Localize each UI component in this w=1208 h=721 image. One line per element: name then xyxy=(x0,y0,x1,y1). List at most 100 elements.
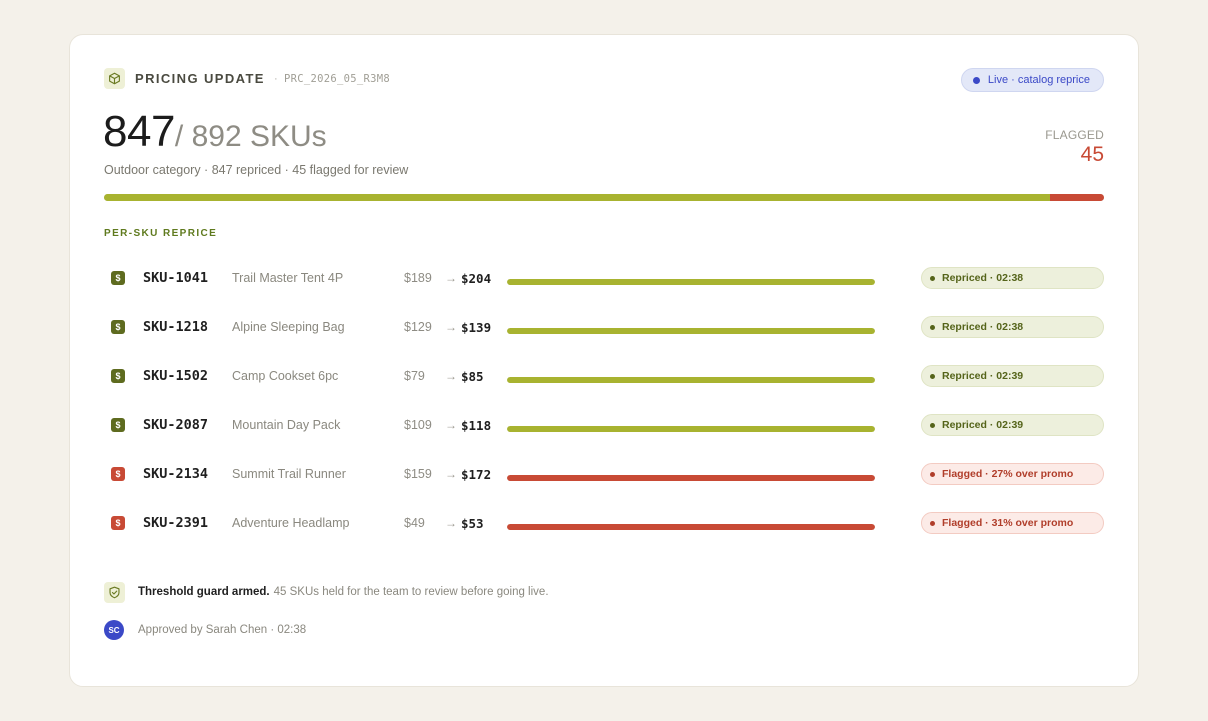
sku-row[interactable]: $ SKU-1502 Camp Cookset 6pc $79 → $85 Re… xyxy=(104,363,1104,412)
reprice-progress-bar xyxy=(507,377,875,383)
total-skus-label: / 892 SKUs xyxy=(174,120,327,153)
guard-text: 45 SKUs held for the team to review befo… xyxy=(273,586,549,598)
flagged-summary: FLAGGED 45 xyxy=(1045,128,1104,167)
reprice-progress-fill xyxy=(507,475,875,481)
product-name: Adventure Headlamp xyxy=(232,516,350,530)
product-name: Mountain Day Pack xyxy=(232,418,341,432)
status-label: Flagged · 27% over promo xyxy=(942,468,1074,480)
live-status-badge[interactable]: Live · catalog reprice xyxy=(960,68,1104,92)
overall-progress-bar xyxy=(104,194,1104,201)
guard-title: Threshold guard armed. xyxy=(138,586,270,598)
dollar-icon: $ xyxy=(111,369,125,383)
arrow-right-icon: → xyxy=(445,418,457,432)
progress-flagged-segment xyxy=(1050,194,1104,201)
status-badge: Flagged · 27% over promo xyxy=(921,463,1104,485)
status-dot-icon xyxy=(930,422,935,428)
new-price: $85 xyxy=(461,369,484,384)
sku-code: SKU-1502 xyxy=(143,368,209,384)
approval-line: SC Approved by Sarah Chen · 02:38 xyxy=(104,620,306,640)
reprice-progress-bar xyxy=(507,279,875,285)
run-code: PRC_2026_05_R3M8 xyxy=(284,73,390,85)
old-price: $79 xyxy=(404,369,425,383)
status-dot-icon xyxy=(930,520,935,526)
sku-row[interactable]: $ SKU-2134 Summit Trail Runner $159 → $1… xyxy=(104,461,1104,510)
arrow-right-icon: → xyxy=(445,467,457,481)
product-name: Camp Cookset 6pc xyxy=(232,369,339,383)
title-separator: · xyxy=(274,73,278,85)
product-name: Alpine Sleeping Bag xyxy=(232,320,345,334)
status-dot-icon xyxy=(930,471,935,477)
shield-check-icon xyxy=(104,581,125,603)
status-dot-icon xyxy=(930,275,935,281)
sku-code: SKU-1041 xyxy=(143,270,209,286)
section-title: PER-SKU REPRICE xyxy=(104,228,218,239)
new-price: $139 xyxy=(461,320,492,335)
arrow-right-icon: → xyxy=(445,271,457,285)
status-label: Repriced · 02:39 xyxy=(942,419,1024,431)
threshold-guard-notice: Threshold guard armed. 45 SKUs held for … xyxy=(104,581,549,603)
arrow-right-icon: → xyxy=(445,320,457,334)
dollar-icon: $ xyxy=(111,418,125,432)
reprice-progress-fill xyxy=(507,328,875,334)
reprice-progress-fill xyxy=(507,524,875,530)
new-price: $204 xyxy=(461,271,492,286)
status-dot-icon xyxy=(930,373,935,379)
sku-row[interactable]: $ SKU-1041 Trail Master Tent 4P $189 → $… xyxy=(104,265,1104,314)
live-dot-icon xyxy=(972,76,980,84)
old-price: $159 xyxy=(404,467,432,481)
reprice-progress-bar xyxy=(507,475,875,481)
old-price: $49 xyxy=(404,516,425,530)
reprice-progress-bar xyxy=(507,426,875,432)
reprice-progress-bar xyxy=(507,328,875,334)
reprice-progress-fill xyxy=(507,279,875,285)
status-badge: Repriced · 02:38 xyxy=(921,267,1104,289)
reprice-progress-bar xyxy=(507,524,875,530)
new-price: $53 xyxy=(461,516,484,531)
arrow-right-icon: → xyxy=(445,369,457,383)
status-badge: Flagged · 31% over promo xyxy=(921,512,1104,534)
sku-row[interactable]: $ SKU-2087 Mountain Day Pack $109 → $118… xyxy=(104,412,1104,461)
sku-code: SKU-1218 xyxy=(143,319,209,335)
summary-subtitle: Outdoor category · 847 repriced · 45 fla… xyxy=(104,163,409,177)
new-price: $172 xyxy=(461,467,492,482)
old-price: $189 xyxy=(404,271,432,285)
sku-code: SKU-2134 xyxy=(143,466,209,482)
new-price: $118 xyxy=(461,418,492,433)
sku-list: $ SKU-1041 Trail Master Tent 4P $189 → $… xyxy=(104,265,1104,559)
approved-text: Approved by Sarah Chen · 02:38 xyxy=(138,624,307,636)
live-status-label: Live · catalog reprice xyxy=(987,74,1090,86)
flagged-count: 45 xyxy=(1080,143,1104,166)
product-name: Trail Master Tent 4P xyxy=(232,271,344,285)
dollar-icon: $ xyxy=(111,271,125,285)
old-price: $129 xyxy=(404,320,432,334)
status-badge: Repriced · 02:39 xyxy=(921,365,1104,387)
repriced-count: 847 xyxy=(103,107,175,156)
card-header: PRICING UPDATE · PRC_2026_05_R3M8 Live ·… xyxy=(104,68,1104,92)
product-name: Summit Trail Runner xyxy=(232,467,346,481)
progress-repriced-segment xyxy=(104,194,1050,201)
cube-icon xyxy=(104,68,125,89)
repriced-count-display: 847/ 892 SKUs xyxy=(103,107,327,157)
sku-code: SKU-2087 xyxy=(143,417,209,433)
dollar-icon: $ xyxy=(111,516,125,530)
status-badge: Repriced · 02:38 xyxy=(921,316,1104,338)
status-label: Repriced · 02:38 xyxy=(942,321,1024,333)
status-label: Repriced · 02:39 xyxy=(942,370,1024,382)
dollar-icon: $ xyxy=(111,320,125,334)
reprice-progress-fill xyxy=(507,426,875,432)
arrow-right-icon: → xyxy=(445,516,457,530)
pricing-update-card: PRICING UPDATE · PRC_2026_05_R3M8 Live ·… xyxy=(69,34,1139,687)
status-badge: Repriced · 02:39 xyxy=(921,414,1104,436)
old-price: $109 xyxy=(404,418,432,432)
status-dot-icon xyxy=(930,324,935,330)
sku-code: SKU-2391 xyxy=(143,515,209,531)
page-title: PRICING UPDATE xyxy=(135,71,265,86)
status-label: Flagged · 31% over promo xyxy=(942,517,1074,529)
reprice-progress-fill xyxy=(507,377,875,383)
status-label: Repriced · 02:38 xyxy=(942,272,1024,284)
flagged-label: FLAGGED xyxy=(1045,128,1104,142)
avatar: SC xyxy=(104,620,124,640)
sku-row[interactable]: $ SKU-2391 Adventure Headlamp $49 → $53 … xyxy=(104,510,1104,559)
dollar-icon: $ xyxy=(111,467,125,481)
sku-row[interactable]: $ SKU-1218 Alpine Sleeping Bag $129 → $1… xyxy=(104,314,1104,363)
